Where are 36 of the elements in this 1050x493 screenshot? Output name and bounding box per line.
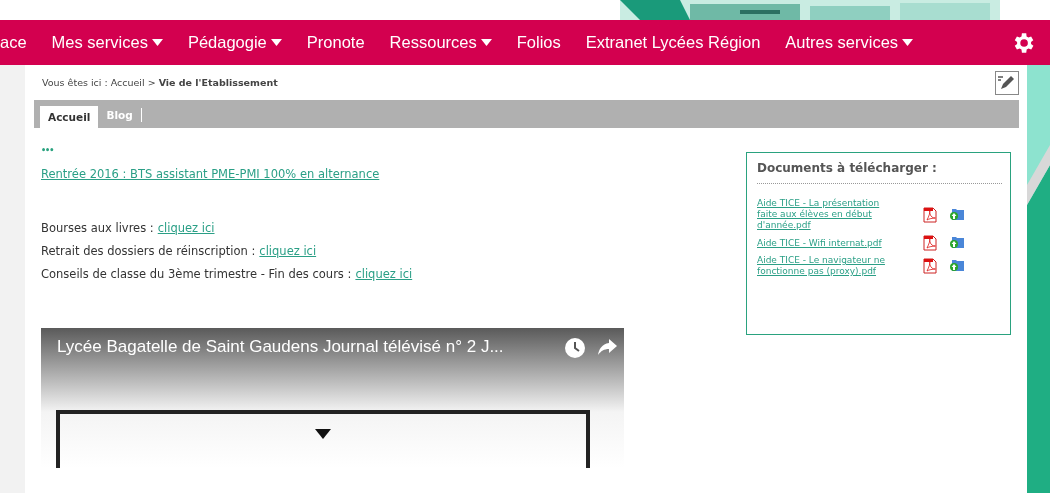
link[interactable]: cliquez ici [355, 267, 413, 281]
video-title: Lycée Bagatelle de Saint Gaudens Journal télévisé n° 2 J... [57, 337, 504, 357]
link[interactable]: cliquez ici [259, 244, 317, 258]
nav-item[interactable]: Mes services [51, 33, 163, 52]
clock-icon[interactable] [565, 338, 585, 358]
pdf-icon[interactable] [923, 235, 937, 251]
breadcrumb: Vous êtes ici : Accueil > Vie de l'Etablissement [42, 77, 278, 88]
share-icon[interactable] [598, 339, 617, 355]
nav-item[interactable]: Pronote [306, 33, 365, 52]
tab[interactable]: Accueil [40, 106, 99, 128]
nav-item[interactable]: Autres services [785, 33, 914, 52]
folder-icon[interactable] [949, 206, 965, 221]
caret-icon [151, 39, 163, 46]
news-link[interactable]: Rentrée 2016 : BTS assistant PME-PMI 100% en alternance [41, 167, 380, 181]
link[interactable]: cliquez ici [157, 221, 215, 235]
caret-icon [270, 39, 282, 46]
document-link[interactable]: Aide TICE - Wifi internat.pdf [757, 237, 897, 249]
nav-item[interactable]: Pédagogie [187, 33, 282, 52]
info-text: Bourses aux livres : [41, 221, 154, 235]
pdf-icon[interactable] [923, 258, 937, 274]
nav-item[interactable]: ace [0, 33, 27, 52]
nav-item[interactable]: Ressources [389, 33, 492, 52]
edit-icon[interactable] [995, 70, 1019, 95]
pdf-icon[interactable] [923, 206, 937, 223]
caret-icon [480, 39, 492, 46]
folder-icon[interactable] [949, 235, 965, 249]
nav-item[interactable]: Extranet Lycées Région [585, 33, 761, 52]
nav-item[interactable]: Folios [516, 33, 561, 52]
ellipsis: ••• [41, 146, 55, 155]
document-link[interactable]: Aide TICE - Le navigateur ne fonctionne pas (proxy).pdf [757, 255, 897, 277]
info-text: Conseils de classe du 3ème trimestre - Fin des cours : [41, 267, 352, 281]
folder-icon[interactable] [949, 258, 965, 272]
document-link[interactable]: Aide TICE - La présentation faite aux élèves en début d'année.pdf [757, 198, 897, 231]
caret-icon [902, 39, 914, 46]
info-text: Retrait des dossiers de réinscription : [41, 244, 256, 258]
panel-title: Documents à télécharger : [757, 161, 1002, 184]
